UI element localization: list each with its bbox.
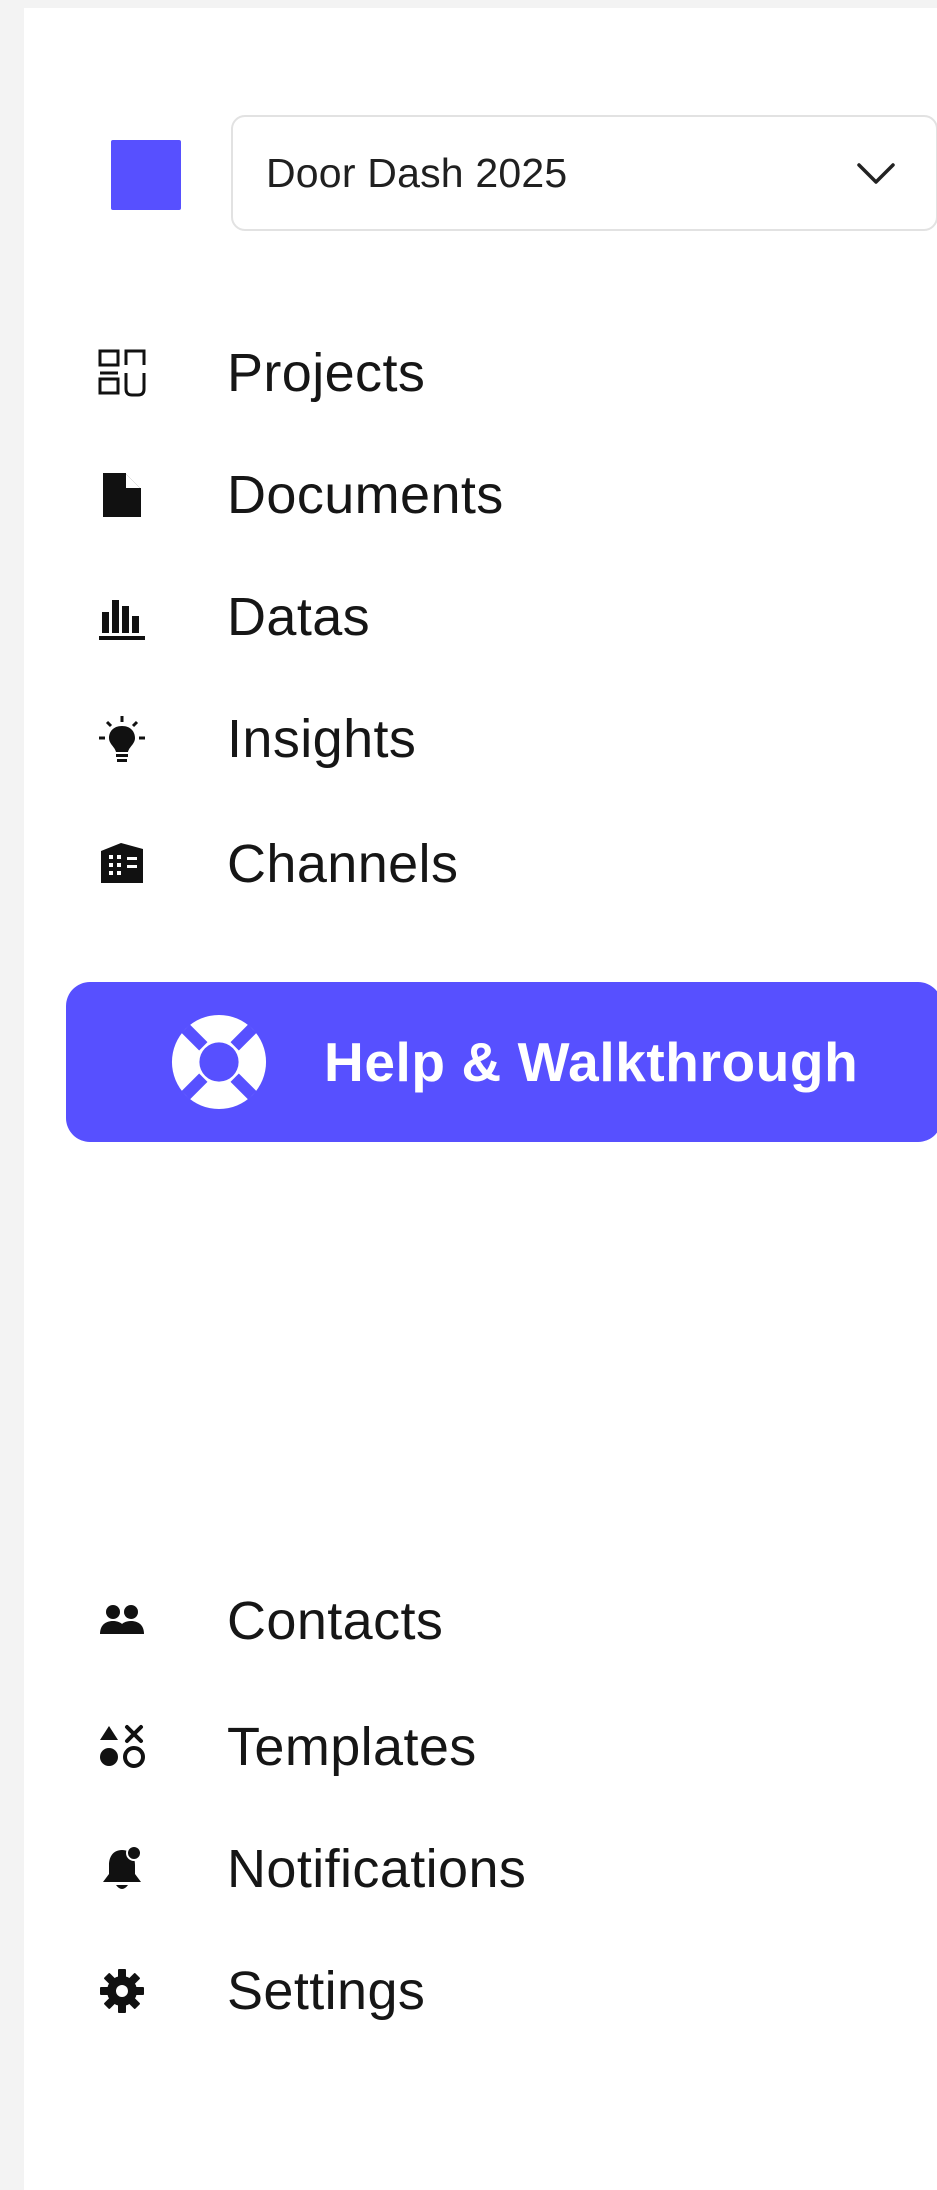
users-icon <box>96 1595 148 1647</box>
nav-item-datas[interactable]: Datas <box>24 567 937 667</box>
nav-item-label: Insights <box>227 709 417 769</box>
nav-item-label: Settings <box>227 1961 426 2021</box>
nav-item-projects[interactable]: Projects <box>24 323 937 423</box>
chevron-down-icon <box>857 163 895 184</box>
nav-item-contacts[interactable]: Contacts <box>24 1571 937 1671</box>
nav-item-notifications[interactable]: Notifications <box>24 1819 937 1919</box>
nav-item-label: Channels <box>227 834 459 894</box>
nav-item-insights[interactable]: Insights <box>24 689 937 789</box>
sidebar: Door Dash 2025 Projects Documents Datas … <box>24 8 937 2190</box>
nav-item-settings[interactable]: Settings <box>24 1941 937 2041</box>
building-icon <box>96 838 148 890</box>
nav-item-label: Templates <box>227 1717 477 1777</box>
nav-item-templates[interactable]: Templates <box>24 1697 937 1797</box>
life-ring-icon <box>171 1014 267 1110</box>
bar-chart-icon <box>96 591 148 643</box>
nav-item-label: Datas <box>227 587 371 647</box>
gear-icon <box>96 1965 148 2017</box>
nav-item-label: Contacts <box>227 1591 444 1651</box>
workspace-select[interactable]: Door Dash 2025 <box>231 115 937 231</box>
document-icon <box>96 469 148 521</box>
nav-item-documents[interactable]: Documents <box>24 445 937 545</box>
projects-grid-icon <box>96 347 148 399</box>
bell-icon <box>96 1843 148 1895</box>
shapes-icon <box>96 1721 148 1773</box>
lightbulb-icon <box>96 713 148 765</box>
workspace-select-value: Door Dash 2025 <box>266 149 568 196</box>
nav-item-label: Documents <box>227 465 504 525</box>
help-walkthrough-label: Help & Walkthrough <box>324 1031 859 1093</box>
nav-item-channels[interactable]: Channels <box>24 814 937 914</box>
nav-item-label: Notifications <box>227 1839 527 1899</box>
workspace-color-swatch <box>111 140 181 210</box>
help-walkthrough-button[interactable]: Help & Walkthrough <box>66 982 937 1142</box>
nav-item-label: Projects <box>227 343 426 403</box>
